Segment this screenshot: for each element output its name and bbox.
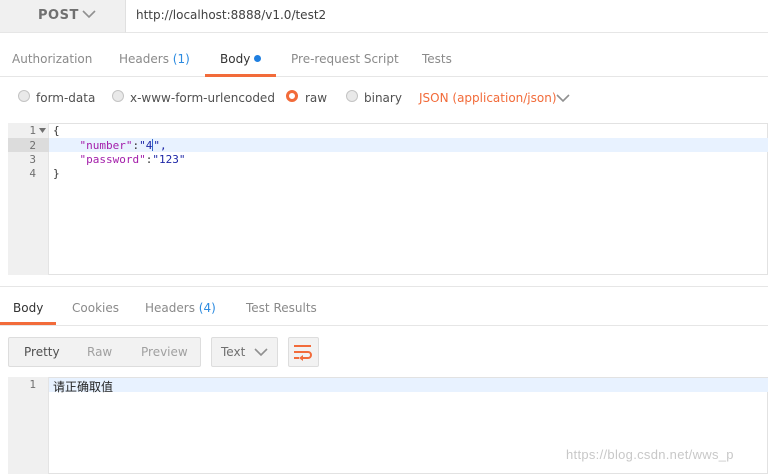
tab-tests[interactable]: Tests: [422, 52, 452, 66]
watermark: https://blog.csdn.net/wws_p: [566, 447, 734, 462]
format-label: Text: [221, 345, 246, 359]
tab-headers[interactable]: Headers (1): [119, 52, 190, 66]
code-line-1: {: [53, 124, 60, 137]
chevron-down-icon[interactable]: [254, 347, 268, 357]
response-tab-headers[interactable]: Headers (4): [145, 301, 216, 315]
code-line-3: "password":"123": [79, 153, 186, 166]
headers-count: (1): [172, 52, 190, 66]
code-line-4: }: [53, 167, 60, 180]
tab-authorization[interactable]: Authorization: [12, 52, 92, 66]
radio-label-binary: binary: [364, 91, 402, 105]
section-divider: [0, 286, 768, 287]
response-tab-test-results[interactable]: Test Results: [246, 301, 317, 315]
view-pretty-button[interactable]: Pretty: [24, 345, 60, 359]
view-preview-button[interactable]: Preview: [141, 345, 188, 359]
radio-raw[interactable]: [286, 90, 298, 102]
radio-form-data[interactable]: [18, 90, 30, 102]
content-type-dropdown[interactable]: JSON (application/json): [419, 91, 557, 105]
fold-arrow-icon[interactable]: [39, 128, 46, 134]
view-raw-button[interactable]: Raw: [87, 345, 112, 359]
chevron-down-icon[interactable]: [82, 9, 96, 19]
url-text: http://localhost:8888/v1.0/test2: [136, 8, 327, 22]
active-tab-indicator: [205, 74, 276, 77]
modified-dot-icon: [254, 55, 262, 62]
tab-body[interactable]: Body: [220, 52, 262, 66]
response-line-highlight: [49, 378, 768, 392]
response-tab-cookies[interactable]: Cookies: [72, 301, 119, 315]
method-label: POST: [38, 8, 79, 23]
line-number: 4: [29, 167, 36, 180]
line-number: 1: [29, 378, 36, 391]
radio-label-raw: raw: [305, 91, 328, 105]
line-number: 3: [29, 153, 36, 166]
radio-urlencoded[interactable]: [112, 90, 124, 102]
code-line-2: "number":"4",: [79, 139, 167, 152]
line-number: 1: [29, 124, 36, 137]
response-headers-count: (4): [198, 301, 216, 315]
chevron-down-icon[interactable]: [556, 93, 570, 103]
radio-binary[interactable]: [346, 90, 358, 102]
response-tabs-border: [0, 325, 768, 326]
response-text: 请正确取值: [53, 380, 114, 394]
tab-pre-request-script[interactable]: Pre-request Script: [291, 52, 399, 66]
response-tab-body[interactable]: Body: [13, 301, 43, 315]
radio-label-urlencoded: x-www-form-urlencoded: [130, 91, 275, 105]
line-number: 2: [29, 139, 36, 152]
response-gutter: [8, 377, 49, 474]
wrap-lines-icon: [294, 345, 312, 361]
radio-label-form-data: form-data: [36, 91, 96, 105]
